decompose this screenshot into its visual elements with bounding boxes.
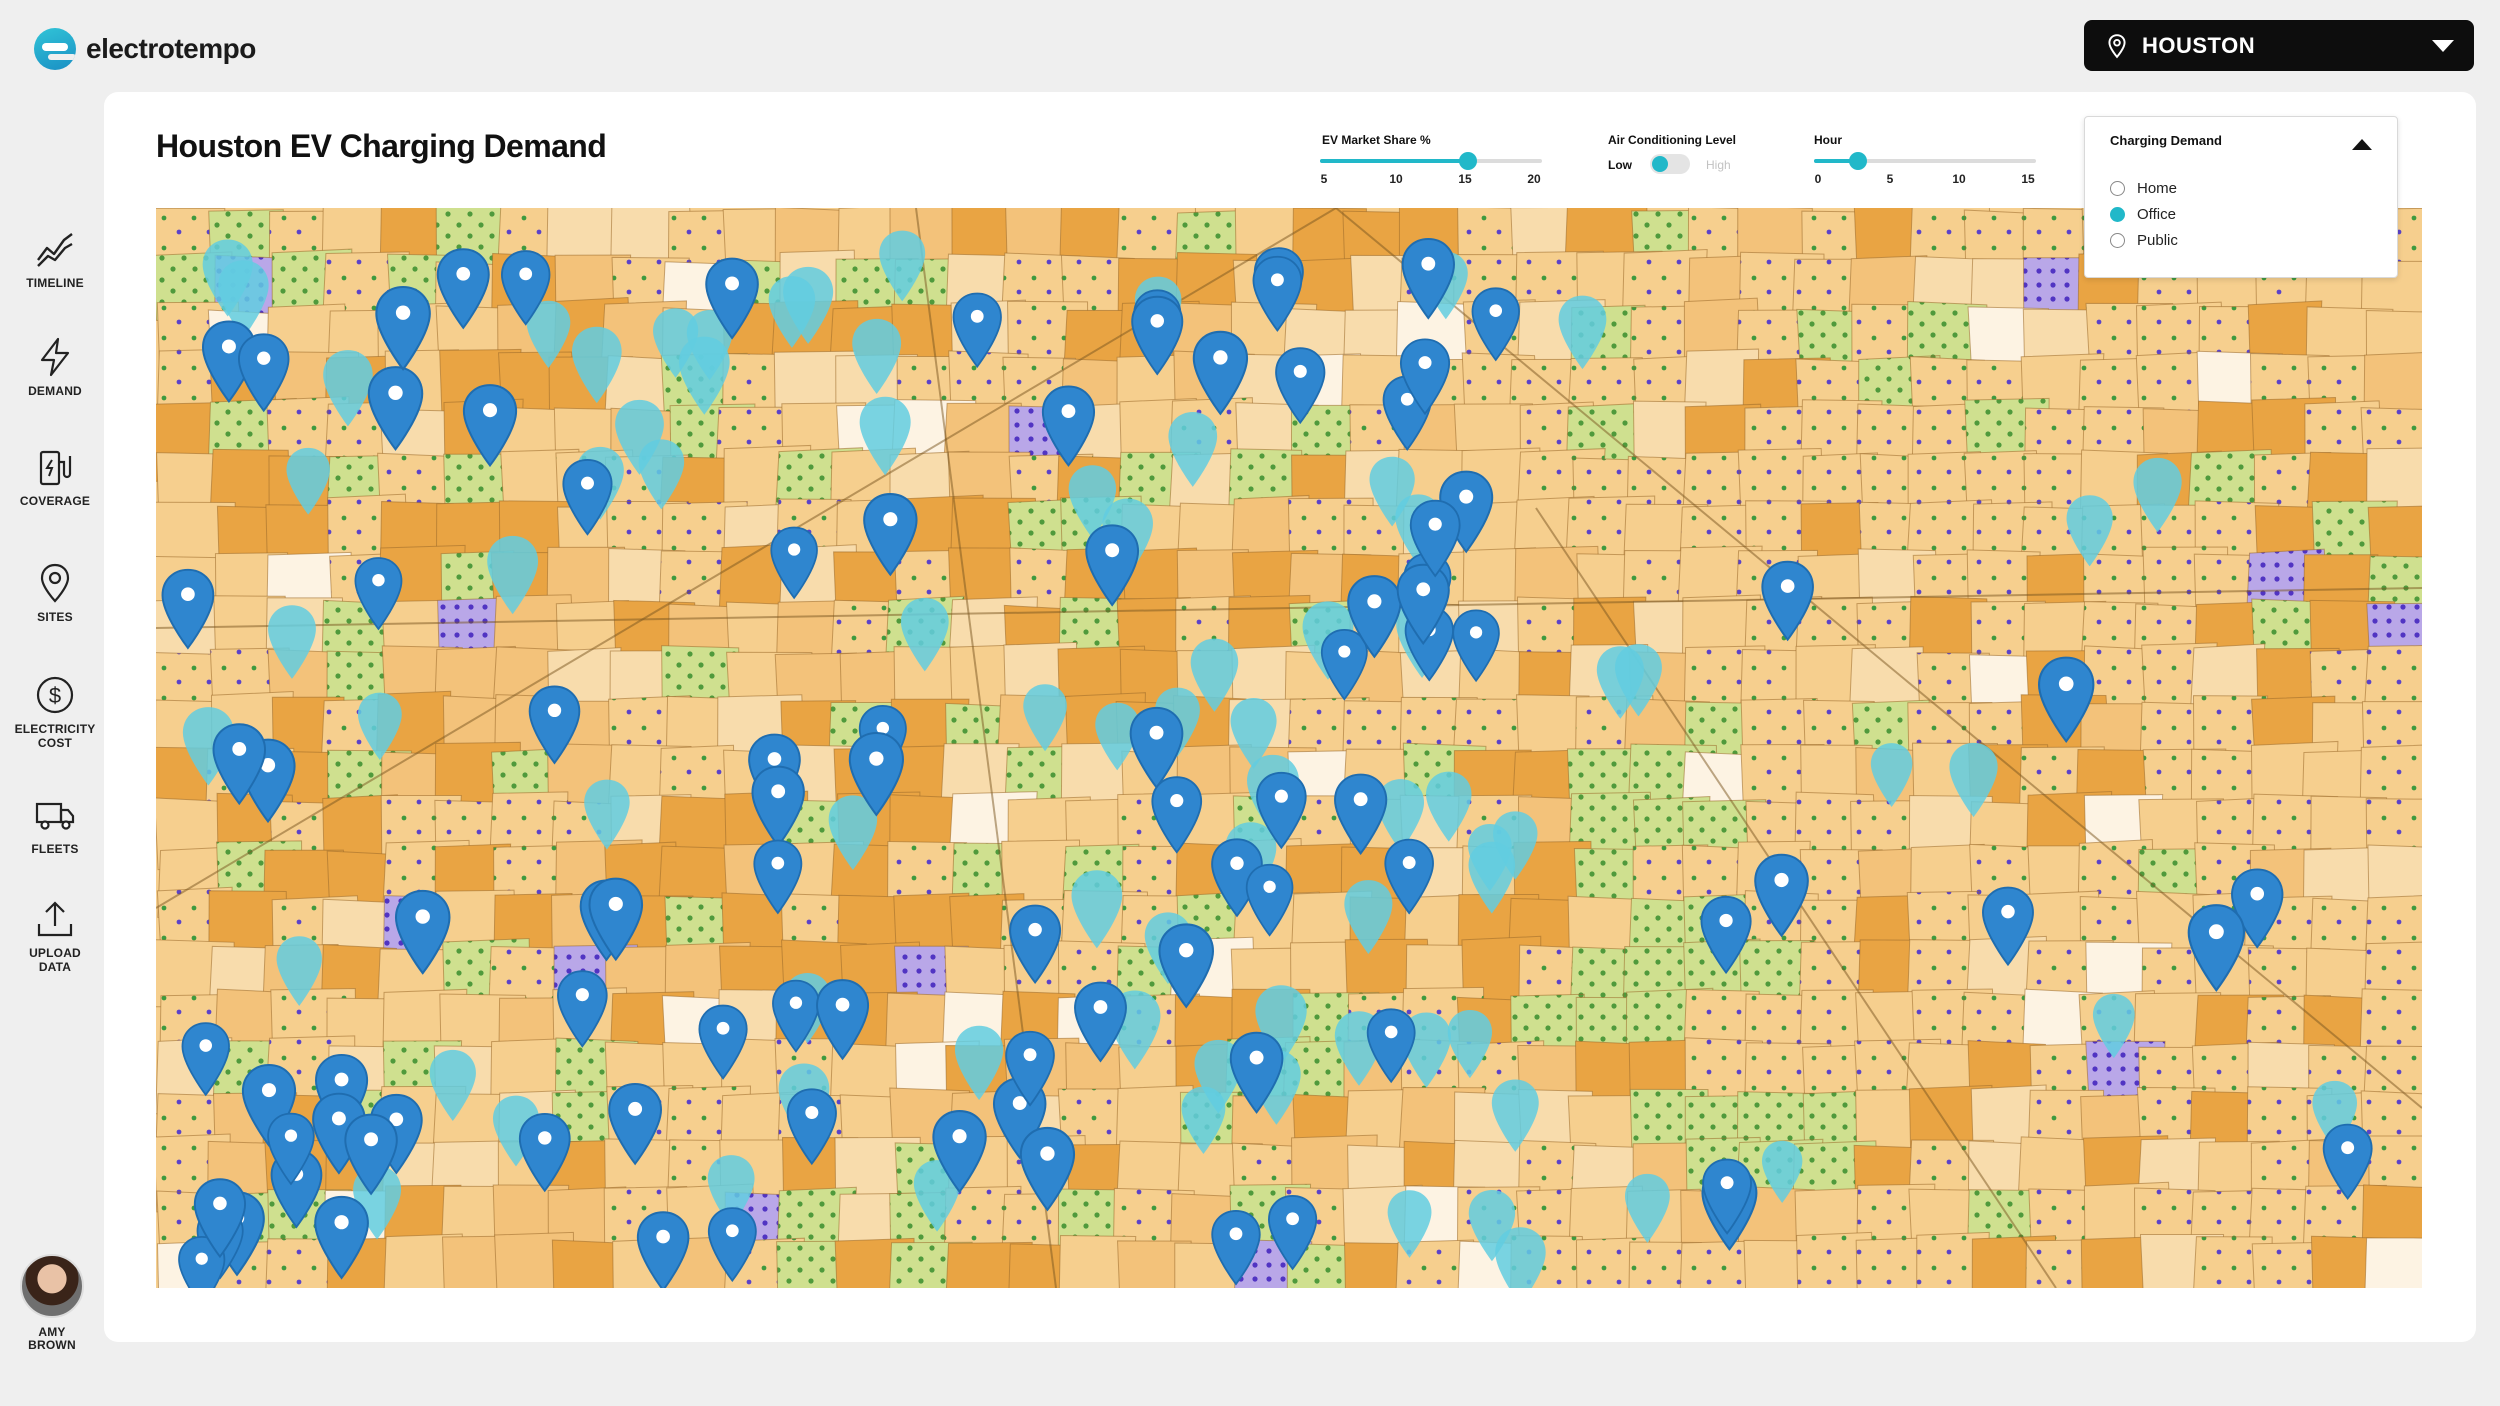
ac-level-high-label: High <box>1706 158 1731 172</box>
ev-share-tick: 5 <box>1320 172 1328 186</box>
radio-home[interactable] <box>2110 180 2125 196</box>
nav-item-demand[interactable]: DEMAND <box>0 336 110 398</box>
upload-icon <box>37 901 73 937</box>
city-select[interactable]: HOUSTON <box>2084 20 2474 71</box>
option-public[interactable]: Public <box>2110 229 2178 251</box>
ac-level-toggle[interactable] <box>1650 154 1690 174</box>
option-public-label: Public <box>2137 231 2178 249</box>
chevron-up-icon[interactable] <box>2352 139 2372 150</box>
option-home-label: Home <box>2137 179 2178 197</box>
nav-item-fleets[interactable]: FLEETS <box>0 794 110 856</box>
nav-label-electricity-cost: ELECTRICITY COST <box>14 722 96 750</box>
nav-item-coverage[interactable]: COVERAGE <box>0 446 110 508</box>
nav-label-upload-data: UPLOAD DATA <box>29 946 81 974</box>
radio-public[interactable] <box>2110 232 2125 248</box>
option-office-label: Office <box>2137 205 2176 223</box>
ev-share-tick: 20 <box>1527 172 1541 186</box>
nav-label-coverage: COVERAGE <box>19 494 91 508</box>
charging-demand-title: Charging Demand <box>2110 133 2222 148</box>
demand-map[interactable] <box>156 208 2422 1288</box>
hour-tick: 5 <box>1886 172 1894 186</box>
hour-slider[interactable] <box>1814 152 2036 170</box>
ev-share-slider-handle[interactable] <box>1459 152 1477 170</box>
svg-text:$: $ <box>49 683 61 708</box>
nav-item-sites[interactable]: SITES <box>0 562 110 624</box>
page-title: Houston EV Charging Demand <box>156 128 607 164</box>
option-home[interactable]: Home <box>2110 177 2177 199</box>
charger-icon <box>39 450 72 486</box>
map-region <box>2364 1237 2422 1288</box>
lightning-icon <box>40 337 70 377</box>
nav-label-timeline: TIMELINE <box>26 276 84 290</box>
electrotempo-logo-icon <box>34 28 76 70</box>
ev-share-tick: 10 <box>1389 172 1403 186</box>
avatar <box>20 1254 84 1318</box>
nav-item-electricity-cost[interactable]: $ ELECTRICITY COST <box>0 674 110 750</box>
nav-item-upload-data[interactable]: UPLOAD DATA <box>0 898 110 974</box>
charging-demand-dropdown: Charging Demand Home Office Public <box>2084 116 2398 278</box>
hour-ticks: 0 5 10 15 <box>1814 172 2036 188</box>
hour-title: Hour <box>1814 133 1842 147</box>
app-logo[interactable]: electrotempo <box>34 26 256 72</box>
nav-label-sites: SITES <box>37 610 73 624</box>
map-region <box>2363 645 2422 711</box>
nav-label-demand: DEMAND <box>28 384 82 398</box>
location-pin-icon <box>40 563 70 603</box>
hour-tick: 15 <box>2021 172 2035 186</box>
hour-tick: 10 <box>1952 172 1966 186</box>
city-name: HOUSTON <box>2142 32 2256 58</box>
ac-level-toggle-knob <box>1652 156 1668 172</box>
option-office[interactable]: Office <box>2110 203 2176 225</box>
hour-tick: 0 <box>1814 172 1822 186</box>
truck-icon <box>35 802 75 830</box>
radio-office[interactable] <box>2110 206 2125 222</box>
ev-share-slider-fill <box>1320 159 1468 163</box>
nav-label-fleets: FLEETS <box>31 842 79 856</box>
ev-share-slider[interactable] <box>1320 152 1542 170</box>
user-profile[interactable]: AMY BROWN <box>18 1254 86 1352</box>
ev-share-title: EV Market Share % <box>1322 133 1431 147</box>
ev-share-tick: 15 <box>1458 172 1472 186</box>
trend-line-icon <box>37 233 73 267</box>
map-canvas[interactable] <box>156 208 2422 1288</box>
ac-level-low-label: Low <box>1608 158 1632 172</box>
app-name: electrotempo <box>86 33 256 64</box>
user-name: AMY BROWN <box>28 1325 76 1352</box>
chevron-down-icon <box>2432 39 2454 52</box>
ac-level-title: Air Conditioning Level <box>1608 133 1736 147</box>
location-pin-icon <box>2108 33 2126 58</box>
ev-share-ticks: 5 10 15 20 <box>1320 172 1542 188</box>
dollar-icon: $ <box>36 676 74 714</box>
nav-item-timeline[interactable]: TIMELINE <box>0 228 110 290</box>
